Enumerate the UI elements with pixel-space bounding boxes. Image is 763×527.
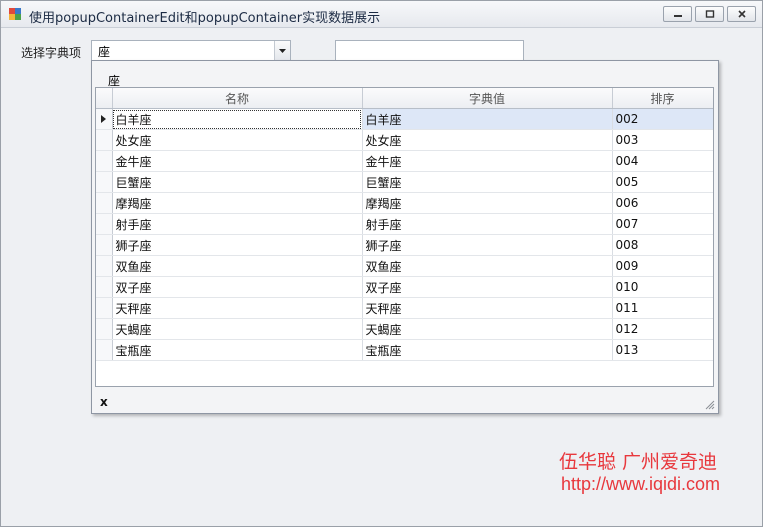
dropdown-button[interactable] [274,41,290,60]
cell-order[interactable]: 005 [612,171,713,193]
cell-name[interactable]: 摩羯座 [112,192,363,214]
table-row[interactable]: 白羊座 白羊座 002 [96,108,713,130]
cell-order[interactable]: 011 [612,297,713,319]
app-icon [9,8,21,20]
grid-header-row: 名称 字典值 排序 [96,88,713,109]
resize-grip-icon[interactable] [705,400,715,410]
cell-name[interactable]: 射手座 [112,213,363,235]
row-indicator[interactable] [96,129,113,151]
table-row[interactable]: 双子座 双子座 010 [96,276,713,298]
cell-name[interactable]: 双子座 [112,276,363,298]
column-header-name[interactable]: 名称 [112,88,363,109]
cell-value[interactable]: 摩羯座 [362,192,613,214]
author-text: 伍华聪 广州爱奇迪 [558,451,717,473]
select-dictionary-label: 选择字典项 [21,46,82,60]
cell-order[interactable]: 002 [612,108,713,130]
cell-name[interactable]: 天蝎座 [112,318,363,340]
popup-container: 座 名称 字典值 排序 白羊座 白羊座 002 处女座 处女座 003 金牛座 金牛座 004 巨… [91,60,719,414]
close-popup-icon[interactable]: x [100,395,108,409]
minimize-button[interactable] [663,6,692,22]
table-row[interactable]: 双鱼座 双鱼座 009 [96,255,713,277]
row-pointer-icon [101,115,107,123]
maximize-button[interactable] [695,6,724,22]
cell-order[interactable]: 007 [612,213,713,235]
dictionary-grid: 名称 字典值 排序 白羊座 白羊座 002 处女座 处女座 003 金牛座 金牛座 004 巨蟹座… [95,87,714,387]
cell-value[interactable]: 天蝎座 [362,318,613,340]
row-indicator[interactable] [96,234,113,256]
cell-order[interactable]: 009 [612,255,713,277]
title-bar[interactable]: 使用popupContainerEdit和popupContainer实现数据展… [1,1,762,28]
cell-order[interactable]: 008 [612,234,713,256]
table-row[interactable]: 巨蟹座 巨蟹座 005 [96,171,713,193]
cell-order[interactable]: 013 [612,339,713,361]
cell-order[interactable]: 006 [612,192,713,214]
text-input[interactable] [335,40,524,61]
row-indicator[interactable] [96,255,113,277]
table-row[interactable]: 天蝎座 天蝎座 012 [96,318,713,340]
column-header-order[interactable]: 排序 [612,88,713,109]
cell-name[interactable]: 宝瓶座 [112,339,363,361]
column-header-value[interactable]: 字典值 [362,88,613,109]
chevron-down-icon [279,48,286,53]
window-title: 使用popupContainerEdit和popupContainer实现数据展… [29,11,381,26]
cell-name[interactable]: 巨蟹座 [112,171,363,193]
row-indicator[interactable] [96,192,113,214]
cell-value[interactable]: 狮子座 [362,234,613,256]
cell-order[interactable]: 012 [612,318,713,340]
row-indicator[interactable] [96,213,113,235]
row-indicator[interactable] [96,339,113,361]
table-row[interactable]: 金牛座 金牛座 004 [96,150,713,172]
table-row[interactable]: 处女座 处女座 003 [96,129,713,151]
table-row[interactable]: 宝瓶座 宝瓶座 013 [96,339,713,361]
table-row[interactable]: 狮子座 狮子座 008 [96,234,713,256]
cell-value[interactable]: 射手座 [362,213,613,235]
cell-value[interactable]: 双子座 [362,276,613,298]
cell-value[interactable]: 宝瓶座 [362,339,613,361]
app-window: 使用popupContainerEdit和popupContainer实现数据展… [0,0,763,527]
popup-container-edit[interactable]: 座 [91,40,291,61]
cell-value[interactable]: 天秤座 [362,297,613,319]
minimize-icon [673,15,682,17]
cell-name[interactable]: 白羊座 [112,108,363,130]
close-icon [737,10,746,18]
cell-value[interactable]: 双鱼座 [362,255,613,277]
row-indicator[interactable] [96,108,113,130]
form-body: 选择字典项 座 座 名称 字典值 排序 白羊座 白羊座 002 处女座 处女座 … [1,28,762,526]
cell-value[interactable]: 巨蟹座 [362,171,613,193]
cell-value[interactable]: 金牛座 [362,150,613,172]
cell-name[interactable]: 处女座 [112,129,363,151]
row-indicator[interactable] [96,150,113,172]
cell-name[interactable]: 金牛座 [112,150,363,172]
row-indicator[interactable] [96,276,113,298]
cell-name[interactable]: 天秤座 [112,297,363,319]
cell-order[interactable]: 010 [612,276,713,298]
row-indicator[interactable] [96,297,113,319]
cell-order[interactable]: 004 [612,150,713,172]
row-indicator[interactable] [96,318,113,340]
table-row[interactable]: 天秤座 天秤座 011 [96,297,713,319]
cell-value[interactable]: 处女座 [362,129,613,151]
cell-name[interactable]: 双鱼座 [112,255,363,277]
maximize-icon [705,10,714,18]
author-url: http://www.iqidi.com [560,474,720,494]
cell-value[interactable]: 白羊座 [362,108,613,130]
cell-name[interactable]: 狮子座 [112,234,363,256]
combo-value: 座 [98,45,111,59]
cell-order[interactable]: 003 [612,129,713,151]
row-indicator-header [96,88,113,109]
table-row[interactable]: 射手座 射手座 007 [96,213,713,235]
table-row[interactable]: 摩羯座 摩羯座 006 [96,192,713,214]
close-window-button[interactable] [727,6,756,22]
row-indicator[interactable] [96,171,113,193]
